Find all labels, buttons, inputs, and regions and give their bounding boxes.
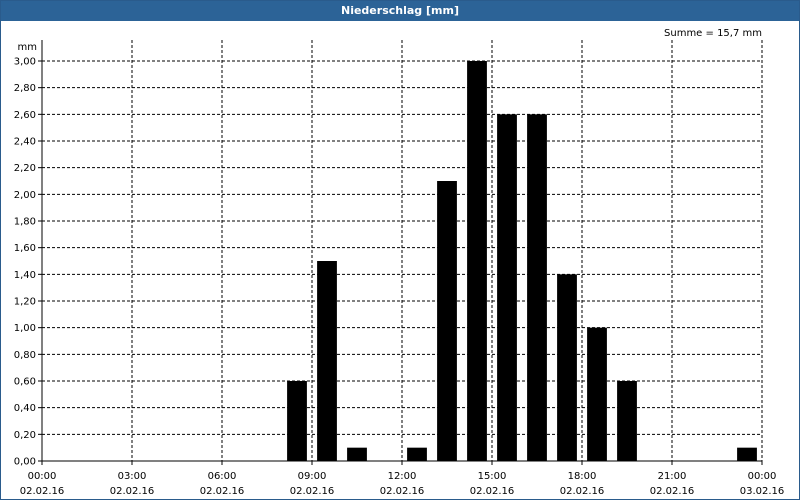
x-tick-date-label: 02.02.16 [20, 486, 65, 497]
y-tick-label: 0,80 [14, 350, 36, 361]
bar-series [287, 61, 757, 461]
y-tick-label: 1,00 [14, 323, 36, 334]
y-tick-label: 2,40 [14, 137, 36, 148]
x-tick-date-label: 02.02.16 [650, 486, 695, 497]
bar [437, 181, 457, 461]
bar [557, 274, 577, 461]
y-tick-label: 1,20 [14, 297, 36, 308]
x-tick-date-label: 02.02.16 [380, 486, 425, 497]
grid-lines [42, 40, 763, 461]
bar [467, 61, 487, 461]
x-tick-date-label: 02.02.16 [110, 486, 155, 497]
bar [497, 114, 517, 461]
sum-label: Summe = 15,7 mm [664, 28, 762, 39]
x-tick-time-label: 00:00 [28, 471, 57, 482]
bar [617, 381, 637, 461]
y-axis-unit-label: mm [18, 42, 37, 53]
bar [737, 447, 757, 461]
x-tick-time-label: 06:00 [208, 471, 237, 482]
axes [38, 40, 763, 465]
x-tick-time-label: 21:00 [658, 471, 687, 482]
y-tick-label: 1,80 [14, 217, 36, 228]
x-tick-date-label: 02.02.16 [560, 486, 605, 497]
y-tick-label: 0,40 [14, 403, 36, 414]
x-tick-time-label: 12:00 [388, 471, 417, 482]
precipitation-chart: mm Summe = 15,7 mm 0,00 0,20 0,40 0,60 0,80 1… [14, 28, 785, 497]
bar [407, 447, 427, 461]
x-tick-time-label: 03:00 [118, 471, 147, 482]
x-tick-time-label: 09:00 [298, 471, 327, 482]
bar [527, 114, 547, 461]
y-tick-label: 1,40 [14, 270, 36, 281]
y-tick-label: 2,80 [14, 83, 36, 94]
bar [287, 381, 307, 461]
x-tick-date-label: 02.02.16 [200, 486, 245, 497]
bar [347, 447, 367, 461]
bar [587, 327, 607, 461]
bar [317, 261, 337, 461]
y-tick-label: 0,00 [14, 457, 36, 468]
x-tick-time-label: 00:00 [748, 471, 777, 482]
y-tick-label: 2,20 [14, 163, 36, 174]
x-tick-date-label: 02.02.16 [470, 486, 515, 497]
y-tick-label: 3,00 [14, 57, 36, 68]
x-tick-date-label: 02.02.16 [290, 486, 335, 497]
y-tick-label: 2,60 [14, 110, 36, 121]
y-tick-label: 0,60 [14, 377, 36, 388]
x-tick-labels: 00:00 02.02.16 03:00 02.02.16 06:00 02.02.16 0… [20, 471, 785, 497]
y-tick-label: 2,00 [14, 190, 36, 201]
x-tick-time-label: 15:00 [478, 471, 507, 482]
y-tick-labels: 0,00 0,20 0,40 0,60 0,80 1,00 1,20 1,40 1,60 1,80… [14, 57, 36, 468]
y-tick-label: 0,20 [14, 430, 36, 441]
x-tick-time-label: 18:00 [568, 471, 597, 482]
x-tick-date-label: 03.02.16 [740, 486, 785, 497]
y-tick-label: 1,60 [14, 243, 36, 254]
